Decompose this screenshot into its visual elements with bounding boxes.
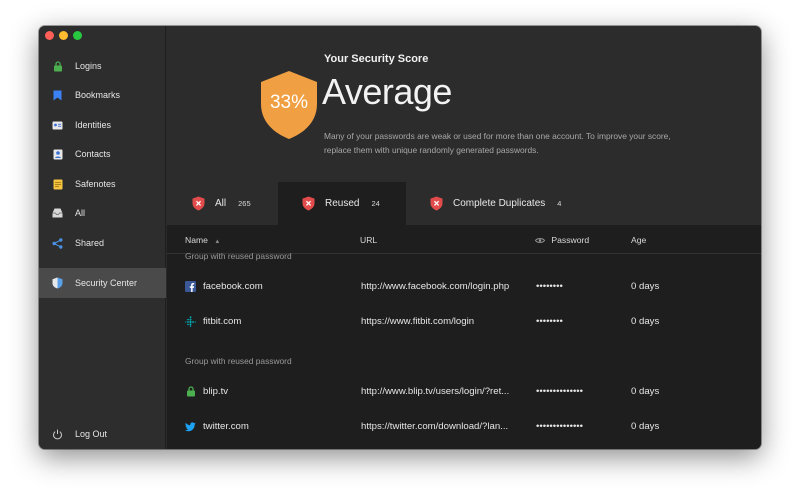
- score-description: Many of your passwords are weak or used …: [324, 131, 671, 155]
- table-header: Name ▲ URL Password Age: [167, 225, 761, 254]
- inbox-icon: [52, 208, 63, 219]
- column-header-age[interactable]: Age: [631, 235, 646, 245]
- row-name: fitbit.com: [203, 316, 242, 327]
- sidebar-item-label: Identities: [75, 120, 112, 130]
- tab-count: 4: [557, 199, 562, 208]
- share-icon: [52, 237, 63, 249]
- close-window-button[interactable]: [45, 31, 54, 40]
- lock-icon: [52, 60, 63, 72]
- tab-count: 265: [238, 199, 251, 208]
- security-shield-icon: [52, 277, 63, 289]
- filter-tabs: All 265 Reused 24 Complete Duplicates 4: [167, 182, 761, 225]
- table-row[interactable]: fitbit.com https://www.fitbit.com/login …: [167, 305, 761, 340]
- minimize-window-button[interactable]: [59, 31, 68, 40]
- sidebar-item-safenotes[interactable]: Safenotes: [39, 171, 166, 197]
- log-out-button[interactable]: Log Out: [39, 421, 166, 447]
- row-age: 0 days: [631, 281, 660, 292]
- security-score-header: 33% Your Security Score Average Many of …: [167, 26, 761, 182]
- row-url: http://www.blip.tv/users/login/?ret...: [361, 386, 510, 397]
- row-password: ••••••••: [536, 316, 563, 327]
- sidebar: Logins Bookmarks Identities Contacts Saf: [39, 26, 166, 449]
- sidebar-item-label: All: [75, 208, 86, 218]
- sort-ascending-icon: ▲: [214, 239, 221, 245]
- row-name: twitter.com: [203, 421, 249, 432]
- column-header-url[interactable]: URL: [360, 235, 377, 245]
- fitbit-icon: [185, 316, 196, 327]
- sidebar-item-label: Shared: [75, 238, 105, 248]
- note-icon: [52, 179, 63, 190]
- sidebar-item-label: Logins: [75, 61, 102, 71]
- tab-complete-duplicates[interactable]: Complete Duplicates 4: [406, 182, 606, 225]
- row-url: http://www.facebook.com/login.php: [361, 281, 510, 292]
- sidebar-item-label: Contacts: [75, 149, 111, 159]
- tab-label: Reused: [325, 198, 360, 209]
- alert-shield-icon: [430, 196, 443, 211]
- tab-reused[interactable]: Reused 24: [278, 182, 406, 225]
- tab-label: All: [215, 198, 227, 209]
- power-icon: [52, 429, 63, 440]
- row-url: https://www.fitbit.com/login: [361, 316, 475, 327]
- column-header-password[interactable]: Password: [534, 235, 589, 246]
- facebook-icon: [185, 281, 196, 292]
- app-window: Logins Bookmarks Identities Contacts Saf: [39, 26, 761, 449]
- row-name: facebook.com: [203, 281, 263, 292]
- column-header-name[interactable]: Name ▲: [185, 235, 220, 245]
- sidebar-item-label: Log Out: [75, 429, 108, 439]
- alert-shield-icon: [192, 196, 205, 211]
- contact-icon: [52, 149, 63, 160]
- bookmark-icon: [52, 90, 63, 101]
- group-header: Group with reused password: [185, 251, 292, 261]
- twitter-icon: [185, 421, 196, 432]
- tab-count: 24: [371, 199, 380, 208]
- score-percentage: 33%: [269, 92, 309, 113]
- row-age: 0 days: [631, 316, 660, 327]
- score-title: Your Security Score: [324, 53, 429, 65]
- sidebar-item-identities[interactable]: Identities: [39, 112, 166, 138]
- row-name: blip.tv: [203, 386, 229, 397]
- window-controls: [45, 31, 82, 40]
- sidebar-item-bookmarks[interactable]: Bookmarks: [39, 82, 166, 108]
- sidebar-item-contacts[interactable]: Contacts: [39, 141, 166, 167]
- group-header: Group with reused password: [185, 356, 292, 366]
- sidebar-item-logins[interactable]: Logins: [39, 53, 166, 79]
- table-row[interactable]: twitter.com https://twitter.com/download…: [167, 410, 761, 445]
- zoom-window-button[interactable]: [73, 31, 82, 40]
- row-password: ••••••••••••••: [536, 386, 584, 397]
- id-card-icon: [52, 120, 63, 131]
- score-rating: Average: [322, 71, 452, 112]
- alert-shield-icon: [302, 196, 315, 211]
- tab-all[interactable]: All 265: [167, 182, 278, 225]
- sidebar-item-label: Safenotes: [75, 179, 116, 189]
- sidebar-item-label: Security Center: [75, 278, 138, 288]
- tab-label: Complete Duplicates: [453, 198, 546, 209]
- sidebar-item-all[interactable]: All: [39, 200, 166, 226]
- sidebar-item-label: Bookmarks: [75, 90, 121, 100]
- row-age: 0 days: [631, 421, 660, 432]
- table-row[interactable]: facebook.com http://www.facebook.com/log…: [167, 270, 761, 305]
- lock-icon: [185, 386, 196, 397]
- eye-icon[interactable]: [534, 236, 546, 246]
- table-row[interactable]: blip.tv http://www.blip.tv/users/login/?…: [167, 375, 761, 410]
- sidebar-item-security-center[interactable]: Security Center: [39, 268, 166, 298]
- row-password: ••••••••••••••: [536, 421, 584, 432]
- row-age: 0 days: [631, 386, 660, 397]
- sidebar-item-shared[interactable]: Shared: [39, 230, 166, 256]
- row-url: https://twitter.com/download/?lan...: [361, 421, 509, 432]
- row-password: ••••••••: [536, 281, 563, 292]
- password-table: Name ▲ URL Password Age Group with reuse…: [167, 225, 761, 449]
